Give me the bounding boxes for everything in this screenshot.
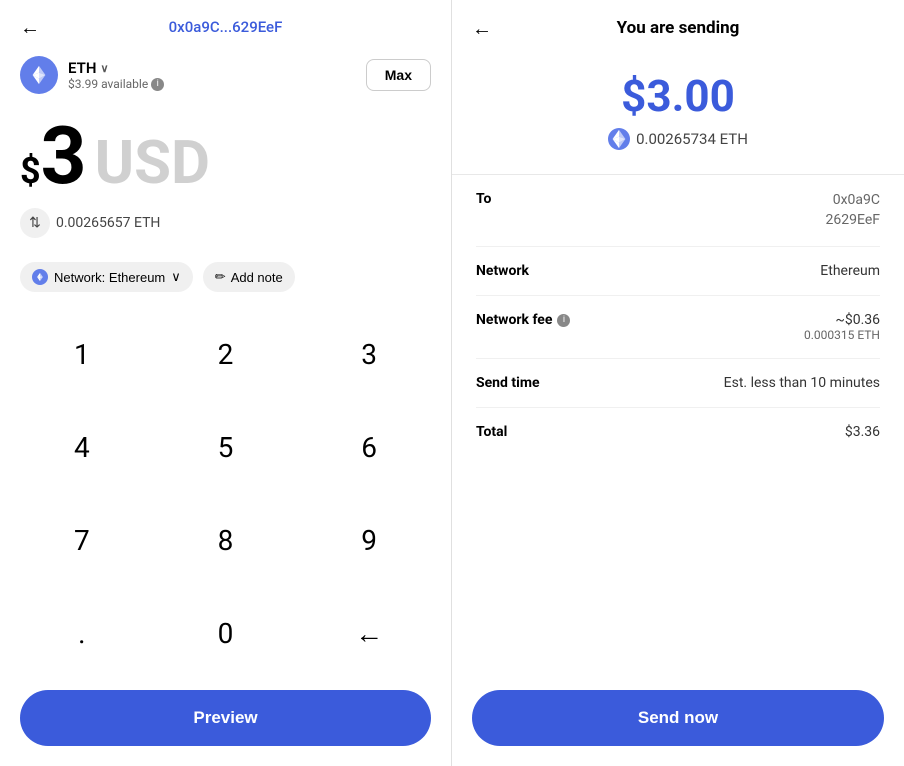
total-label: Total — [476, 424, 507, 440]
total-row: Total $3.36 — [476, 408, 880, 456]
network-detail-value: Ethereum — [820, 263, 880, 279]
dollar-sign: $ — [20, 150, 41, 192]
to-address: 0x0a9C 2629EeF — [826, 191, 880, 230]
eth-equivalent-row: ⇅ 0.00265657 ETH — [0, 202, 451, 252]
info-icon[interactable]: i — [151, 78, 164, 91]
fee-values: ~$0.36 0.000315 ETH — [804, 312, 880, 342]
to-row: To 0x0a9C 2629EeF — [476, 175, 880, 247]
to-address-line2: 2629EeF — [826, 211, 880, 231]
send-panel-left: ← 0x0a9C...629EeF ETH — [0, 0, 452, 766]
fee-info-icon[interactable]: i — [557, 314, 570, 327]
left-header: ← 0x0a9C...629EeF — [0, 0, 451, 48]
network-detail-label: Network — [476, 263, 529, 279]
back-button-right[interactable]: ← — [472, 16, 492, 41]
amount-display: $ 3 USD — [0, 106, 451, 202]
network-select-button[interactable]: Network: Ethereum ∨ — [20, 262, 193, 292]
key-3[interactable]: 3 — [297, 308, 441, 401]
send-now-button[interactable]: Send now — [472, 690, 884, 746]
amount-number: 3 — [41, 116, 87, 196]
max-button[interactable]: Max — [366, 59, 431, 91]
recipient-address-left: 0x0a9C...629EeF — [169, 18, 283, 36]
fee-row: Network fee i ~$0.36 0.000315 ETH — [476, 296, 880, 359]
fee-label: Network fee — [476, 312, 552, 328]
eth-icon-right — [608, 128, 630, 150]
to-label: To — [476, 191, 491, 207]
available-amount: $3.99 available — [68, 77, 148, 91]
total-value: $3.36 — [845, 424, 880, 440]
fee-eth: 0.000315 ETH — [804, 328, 880, 342]
network-eth-icon — [32, 269, 48, 285]
key-7[interactable]: 7 — [10, 494, 154, 587]
token-details: ETH ∨ $3.99 available i — [68, 59, 164, 91]
key-0[interactable]: 0 — [154, 587, 298, 680]
send-usd-amount: $3.00 — [621, 70, 735, 122]
token-row: ETH ∨ $3.99 available i Max — [0, 48, 451, 106]
send-time-value: Est. less than 10 minutes — [724, 375, 880, 391]
right-title: You are sending — [617, 18, 740, 38]
key-dot[interactable]: . — [10, 587, 154, 680]
token-symbol: ETH — [68, 59, 96, 77]
send-time-row: Send time Est. less than 10 minutes — [476, 359, 880, 408]
key-6[interactable]: 6 — [297, 401, 441, 494]
numpad: 1 2 3 4 5 6 7 8 9 . 0 ← — [0, 308, 451, 680]
right-header: ← You are sending — [452, 0, 904, 50]
key-4[interactable]: 4 — [10, 401, 154, 494]
to-address-line1: 0x0a9C — [826, 191, 880, 211]
network-row: Network: Ethereum ∨ ✏ Add note — [0, 252, 451, 308]
preview-button[interactable]: Preview — [20, 690, 431, 746]
token-available: $3.99 available i — [68, 77, 164, 91]
key-2[interactable]: 2 — [154, 308, 298, 401]
eth-icon — [20, 56, 58, 94]
details-section: To 0x0a9C 2629EeF Network Ethereum Netwo… — [452, 175, 904, 680]
currency-label: USD — [95, 133, 211, 193]
pencil-icon: ✏ — [215, 269, 226, 285]
key-backspace[interactable]: ← — [297, 587, 441, 680]
back-button-left[interactable]: ← — [20, 15, 40, 40]
add-note-button[interactable]: ✏ Add note — [203, 262, 295, 292]
send-eth-text: 0.00265734 ETH — [636, 130, 748, 148]
key-5[interactable]: 5 — [154, 401, 298, 494]
fee-label-row: Network fee i — [476, 312, 570, 328]
sending-amount-section: $3.00 0.00265734 ETH — [452, 50, 904, 175]
key-8[interactable]: 8 — [154, 494, 298, 587]
network-label: Network: Ethereum — [54, 270, 165, 285]
eth-equivalent-text: 0.00265657 ETH — [56, 215, 160, 231]
swap-icon[interactable]: ⇅ — [20, 208, 50, 238]
token-name-row[interactable]: ETH ∨ — [68, 59, 164, 77]
add-note-label: Add note — [231, 270, 283, 285]
token-chevron-icon: ∨ — [100, 62, 108, 75]
network-detail-row: Network Ethereum — [476, 247, 880, 296]
send-panel-right: ← You are sending $3.00 0.00265734 ETH — [452, 0, 904, 766]
send-time-label: Send time — [476, 375, 540, 391]
send-eth-row: 0.00265734 ETH — [608, 128, 748, 150]
token-info: ETH ∨ $3.99 available i — [20, 56, 164, 94]
key-9[interactable]: 9 — [297, 494, 441, 587]
network-chevron-icon: ∨ — [171, 269, 181, 285]
key-1[interactable]: 1 — [10, 308, 154, 401]
fee-usd: ~$0.36 — [804, 312, 880, 328]
